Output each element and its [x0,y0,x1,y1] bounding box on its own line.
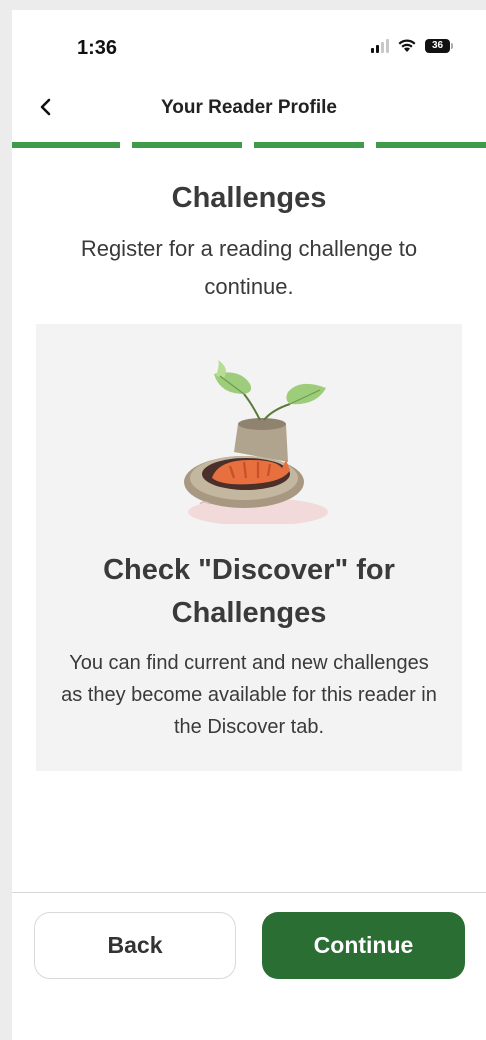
status-time: 1:36 [77,37,118,59]
info-card: Check "Discover" for Challenges You can … [36,324,462,771]
battery-icon: 36 [425,38,453,53]
page-title: Your Reader Profile [161,97,337,118]
progress-step-2 [132,142,242,148]
section-heading: Challenges [171,182,327,214]
back-button[interactable]: Back [34,912,236,979]
continue-button[interactable]: Continue [262,912,465,979]
screen: 1:36 36 Your Reader Profile Challenges R… [12,10,486,1040]
footer-divider [12,892,486,893]
status-bar: 1:36 36 [12,10,486,70]
cat-bed-with-plant-illustration [184,360,328,524]
progress-step-3 [254,142,364,148]
progress-step-1 [12,142,120,148]
progress-step-4 [376,142,486,148]
wifi-icon [398,39,416,52]
status-icons: 36 [371,38,453,53]
card-body: You can find current and new challenges … [61,652,437,738]
card-title: Check "Discover" for Challenges [103,554,395,629]
progress-bar [12,142,486,148]
signal-icon [371,38,389,53]
nav-header: Your Reader Profile [12,85,486,129]
section-subheading: Register for a reading challenge to cont… [80,236,418,299]
